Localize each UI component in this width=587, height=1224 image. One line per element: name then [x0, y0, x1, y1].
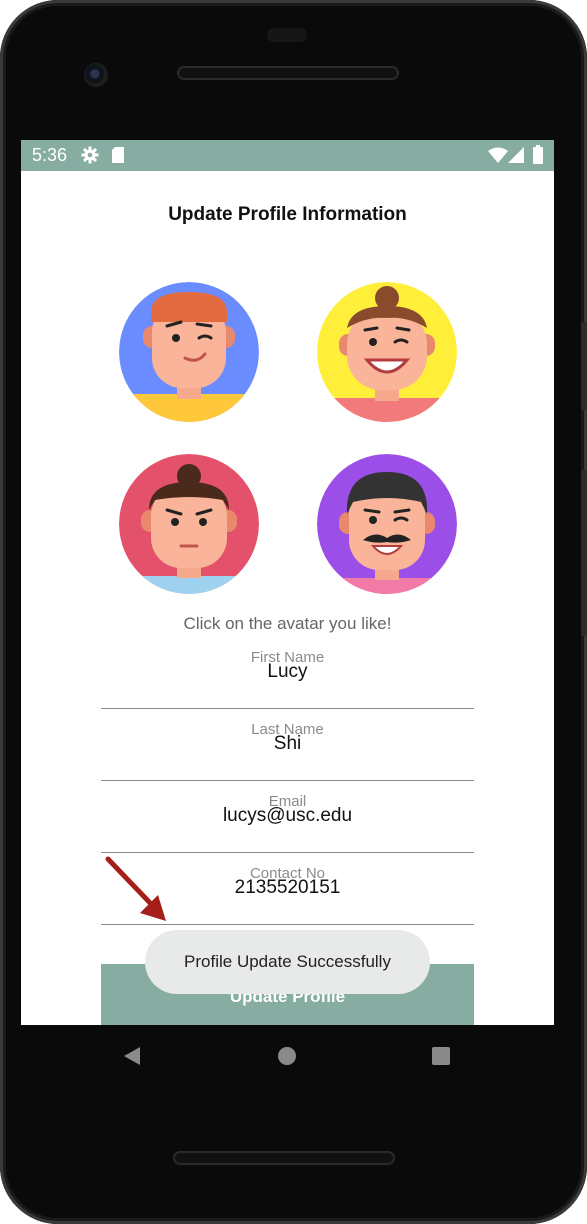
- volume-button: [581, 470, 587, 636]
- phone-frame: 5:36 Update Profile Information Click on…: [0, 0, 587, 1224]
- wifi-icon: [488, 147, 508, 168]
- toast-message: Profile Update Successfully: [145, 930, 430, 994]
- avatar-redhead-man[interactable]: [119, 282, 259, 422]
- cell-signal-icon: [508, 147, 524, 168]
- recents-icon[interactable]: [431, 1046, 451, 1071]
- last-name-value: Shi: [273, 733, 302, 754]
- front-camera: [84, 63, 108, 87]
- navigation-bar: [21, 1025, 554, 1087]
- email-value: lucys@usc.edu: [222, 805, 353, 826]
- avatar-hint: Click on the avatar you like!: [183, 614, 392, 633]
- avatar-bun-woman[interactable]: [317, 282, 457, 422]
- status-time: 5:36: [32, 145, 68, 165]
- back-icon[interactable]: [122, 1046, 142, 1071]
- email-field[interactable]: Email lucys@usc.edu: [101, 793, 474, 853]
- sd-card-icon: [111, 146, 125, 169]
- page-title: Update Profile Information: [168, 204, 407, 225]
- home-icon[interactable]: [277, 1046, 297, 1071]
- first-name-field[interactable]: First Name Lucy: [101, 649, 474, 709]
- proximity-sensor: [267, 28, 307, 42]
- last-name-underline: [101, 780, 474, 781]
- avatar-mustache-man[interactable]: [317, 454, 457, 594]
- first-name-value: Lucy: [267, 661, 308, 682]
- battery-icon: [533, 145, 543, 169]
- power-button: [581, 322, 587, 410]
- arrow-annotation-icon: [100, 855, 172, 930]
- bottom-speaker: [173, 1151, 395, 1165]
- email-underline: [101, 852, 474, 853]
- avatar-topknot-man[interactable]: [119, 454, 259, 594]
- first-name-underline: [101, 708, 474, 709]
- gear-icon: [81, 146, 99, 169]
- earpiece-speaker: [177, 66, 399, 80]
- status-bar: 5:36: [21, 140, 554, 171]
- last-name-field[interactable]: Last Name Shi: [101, 721, 474, 781]
